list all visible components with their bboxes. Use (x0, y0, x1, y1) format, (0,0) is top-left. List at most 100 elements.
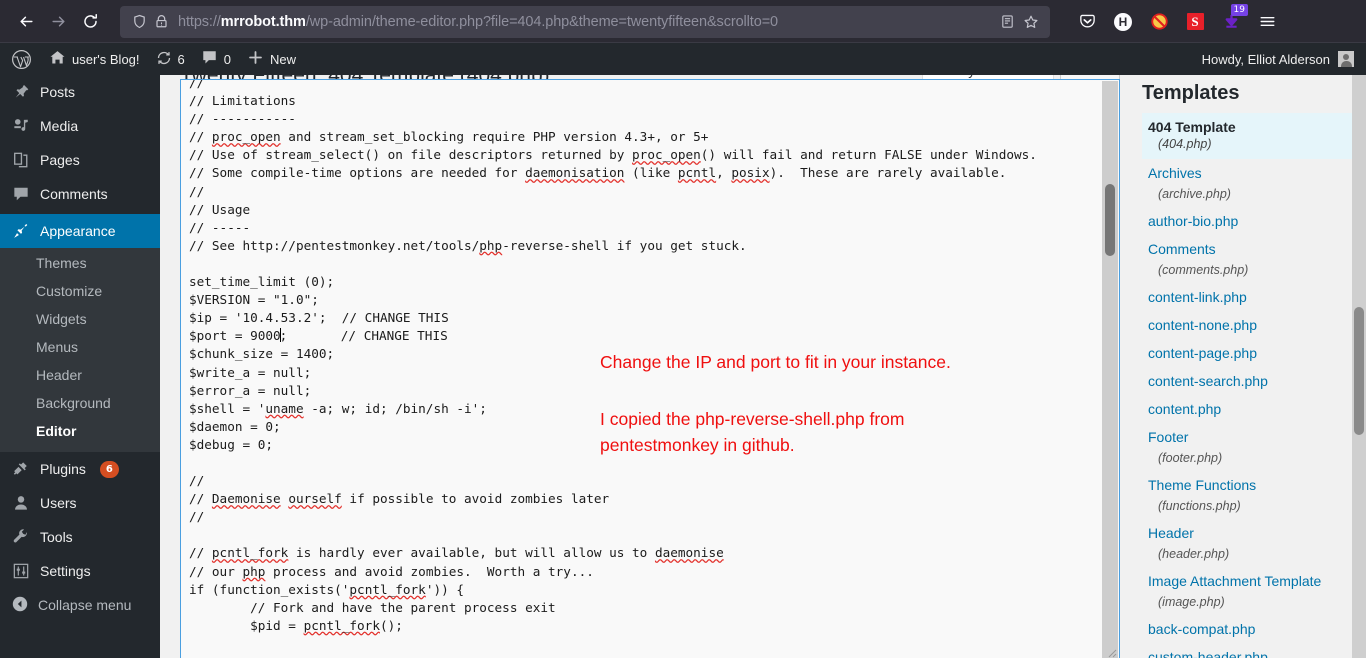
url-bar[interactable]: https://mrrobot.thm/wp-admin/theme-edito… (120, 5, 1050, 38)
submenu-item-widgets[interactable]: Widgets (0, 305, 160, 333)
extension-icons: H S 19 (1076, 3, 1282, 33)
submenu-item-menus[interactable]: Menus (0, 333, 160, 361)
bookmark-star-icon[interactable] (1020, 11, 1042, 33)
template-list-item[interactable]: content-link.php (1142, 283, 1352, 311)
annotation-change-ip-port: Change the IP and port to fit in your in… (600, 352, 951, 372)
template-filename: (comments.php) (1158, 263, 1249, 277)
editor-scrollbar[interactable] (1102, 81, 1118, 658)
template-list-item[interactable]: Archives (archive.php) (1142, 159, 1352, 207)
template-link[interactable]: content-none.php (1142, 311, 1352, 339)
comment-bubble-icon (201, 49, 218, 69)
spell-extension-icon[interactable]: S (1184, 11, 1206, 33)
pocket-icon[interactable] (1076, 11, 1098, 33)
https-everywhere-label: H (1114, 12, 1132, 31)
comments-count: 0 (223, 51, 231, 67)
site-name-item[interactable]: user's Blog! (41, 43, 148, 75)
template-list-item[interactable]: Image Attachment Template (image.php) (1142, 567, 1352, 615)
back-arrow-icon[interactable] (10, 6, 42, 38)
submenu-item-themes[interactable]: Themes (0, 249, 160, 277)
tracking-protection-shield-icon[interactable] (128, 11, 150, 33)
sidebar-item-media[interactable]: Media (0, 109, 160, 143)
template-link[interactable]: content.php (1142, 395, 1352, 423)
new-item[interactable]: New (239, 43, 304, 75)
template-list-item[interactable]: content.php (1142, 395, 1352, 423)
template-link[interactable]: author-bio.php (1142, 207, 1352, 235)
noscript-icon[interactable] (1148, 11, 1170, 33)
template-list-item[interactable]: content-search.php (1142, 367, 1352, 395)
sidebar-item-pages[interactable]: Pages (0, 143, 160, 177)
reader-view-icon[interactable] (996, 11, 1018, 33)
page-scrollbar-thumb[interactable] (1354, 307, 1364, 435)
template-link[interactable]: Comments (1142, 235, 1352, 263)
sidebar-item-label: Pages (40, 152, 80, 168)
updates-item[interactable]: 6 (148, 43, 193, 75)
account-item[interactable]: Howdy, Elliot Alderson (1202, 43, 1366, 75)
sidebar-item-settings[interactable]: Settings (0, 554, 160, 588)
sidebar-item-label: Media (40, 118, 79, 134)
template-list-item[interactable]: Footer (footer.php) (1142, 423, 1352, 471)
downloads-icon[interactable]: 19 (1220, 3, 1248, 33)
template-link[interactable]: Theme Functions (1142, 471, 1352, 499)
template-list-item[interactable]: 404 Template (404.php) (1142, 113, 1352, 159)
template-list-item[interactable]: custom-header.php (1142, 643, 1352, 658)
template-link[interactable]: back-compat.php (1142, 615, 1352, 643)
template-link[interactable]: content-link.php (1142, 283, 1352, 311)
sidebar-item-label: Appearance (40, 223, 116, 239)
avatar (1338, 51, 1354, 67)
new-label: New (269, 51, 296, 67)
sidebar-item-plugins[interactable]: Plugins 6 (0, 452, 160, 486)
https-everywhere-icon[interactable]: H (1112, 11, 1134, 33)
sidebar-item-comments[interactable]: Comments (0, 177, 160, 211)
plug-icon (11, 459, 31, 479)
template-filename: (footer.php) (1158, 451, 1223, 465)
template-list-item[interactable]: author-bio.php (1142, 207, 1352, 235)
template-list-item[interactable]: Theme Functions (functions.php) (1142, 471, 1352, 519)
sidebar-item-label: Tools (40, 529, 73, 545)
comments-item[interactable]: 0 (193, 43, 239, 75)
template-link[interactable]: Archives (1142, 159, 1352, 187)
updates-count: 6 (177, 51, 185, 67)
templates-list: 404 Template (404.php) Archives (archive.ph… (1142, 113, 1352, 658)
permissions-lock-warning-icon[interactable] (150, 11, 172, 33)
textarea-resize-grip[interactable] (1104, 645, 1117, 658)
templates-panel: Templates 404 Template (404.php) Archives(… (1126, 75, 1366, 658)
admin-sidebar-menu: Posts Media Pages Comments Appearance Th… (0, 75, 160, 658)
submenu-item-customize[interactable]: Customize (0, 277, 160, 305)
page-scrollbar[interactable] (1352, 75, 1366, 658)
template-link[interactable]: Footer (1142, 423, 1352, 451)
hamburger-menu-icon[interactable] (1256, 11, 1278, 33)
wordpress-logo-icon[interactable] (0, 43, 41, 75)
template-link[interactable]: Header (1142, 519, 1352, 547)
media-icon (11, 116, 31, 136)
sidebar-item-appearance[interactable]: Appearance (0, 214, 160, 248)
template-list-item[interactable]: Header (header.php) (1142, 519, 1352, 567)
paintbrush-icon (11, 221, 31, 241)
template-list-item[interactable]: back-compat.php (1142, 615, 1352, 643)
pages-icon (11, 150, 31, 170)
reload-icon[interactable] (74, 6, 106, 38)
template-list-item[interactable]: content-none.php (1142, 311, 1352, 339)
user-icon (11, 493, 31, 513)
admin-body: Posts Media Pages Comments Appearance Th… (0, 75, 1366, 658)
editor-scrollbar-thumb[interactable] (1105, 184, 1115, 256)
sidebar-item-tools[interactable]: Tools (0, 520, 160, 554)
sidebar-item-posts[interactable]: Posts (0, 75, 160, 109)
sidebar-item-label: Settings (40, 563, 91, 579)
submenu-item-background[interactable]: Background (0, 389, 160, 417)
template-link[interactable]: content-search.php (1142, 367, 1352, 395)
template-link[interactable]: Image Attachment Template (1142, 567, 1352, 595)
template-link[interactable]: custom-header.php (1142, 643, 1352, 658)
site-name-label: user's Blog! (72, 51, 140, 67)
url-text[interactable]: https://mrrobot.thm/wp-admin/theme-edito… (178, 14, 996, 30)
template-list-item[interactable]: content-page.php (1142, 339, 1352, 367)
collapse-arrow-icon (11, 595, 29, 616)
forward-arrow-icon[interactable] (42, 6, 74, 38)
collapse-menu-button[interactable]: Collapse menu (0, 588, 160, 622)
template-link[interactable]: 404 Template (1142, 113, 1352, 137)
submenu-item-header[interactable]: Header (0, 361, 160, 389)
sliders-icon (11, 561, 31, 581)
sidebar-item-users[interactable]: Users (0, 486, 160, 520)
submenu-item-editor[interactable]: Editor (0, 417, 160, 445)
template-link[interactable]: content-page.php (1142, 339, 1352, 367)
template-list-item[interactable]: Comments (comments.php) (1142, 235, 1352, 283)
